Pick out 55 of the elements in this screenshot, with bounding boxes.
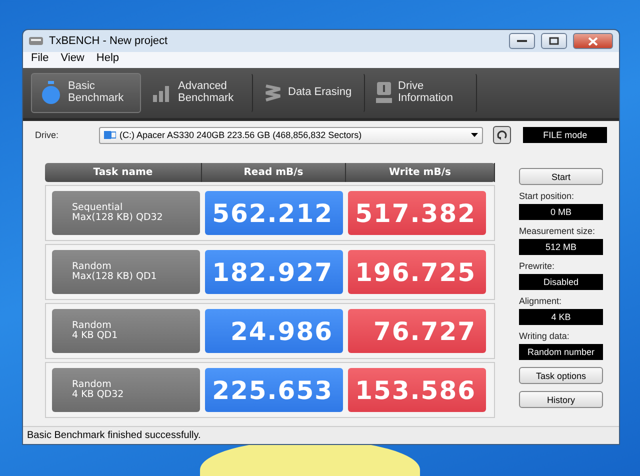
mode-indicator: FILE mode	[523, 127, 607, 143]
app-icon	[29, 35, 43, 47]
refresh-button[interactable]	[493, 126, 512, 144]
column-header: Task name	[45, 163, 202, 182]
maximize-icon	[549, 37, 559, 45]
setting-value: Random number	[519, 344, 603, 360]
side-button[interactable]: Task options	[519, 367, 603, 384]
caret-icon	[471, 133, 478, 137]
menu-item[interactable]: File	[27, 52, 53, 68]
start-button[interactable]: Start	[519, 168, 603, 185]
setting-value: Disabled	[519, 274, 603, 290]
drive-icon	[104, 130, 116, 140]
setting-label: Alignment:	[519, 296, 563, 306]
write-speed: 517.382	[348, 191, 486, 235]
setting-label: Writing data:	[519, 331, 570, 341]
status-text: Basic Benchmark finished successfully.	[27, 430, 201, 441]
maximize-button[interactable]	[541, 33, 567, 49]
window-title: TxBENCH - New project	[49, 35, 169, 47]
write-speed: 196.725	[348, 250, 486, 294]
close-button[interactable]	[573, 33, 613, 49]
task-name: Random 4 KB QD1	[52, 309, 200, 353]
setting-value: 0 MB	[519, 204, 603, 220]
read-speed: 182.927	[205, 250, 343, 294]
refresh-icon	[496, 129, 508, 141]
minimize-button[interactable]	[509, 33, 535, 49]
drive-icon	[376, 82, 392, 104]
write-speed: 76.727	[348, 309, 486, 353]
column-header: Read mB/s	[202, 163, 346, 182]
task-name: Sequential Max(128 KB) QD32	[52, 191, 200, 235]
task-name: Random Max(128 KB) QD1	[52, 250, 200, 294]
bar-chart-icon	[152, 84, 172, 102]
task-name: Random 4 KB QD32	[52, 368, 200, 412]
toolbar-tab[interactable]: Drive Information	[367, 73, 477, 113]
write-speed: 153.586	[348, 368, 486, 412]
drive-dropdown[interactable]: (C:) Apacer AS330 240GB 223.56 GB (468,856,832 Sectors)	[98, 126, 484, 144]
minimize-icon	[517, 39, 527, 43]
setting-label: Measurement size:	[519, 226, 596, 236]
side-button[interactable]: History	[519, 391, 603, 408]
zigzag-icon	[264, 83, 282, 103]
menu-item[interactable]: Help	[92, 52, 124, 68]
stopwatch-icon	[40, 81, 62, 105]
read-speed: 225.653	[205, 368, 343, 412]
column-header: Write mB/s	[346, 163, 495, 182]
setting-value: 4 KB	[519, 309, 603, 325]
drive-label: Drive:	[35, 130, 59, 140]
toolbar-tab[interactable]: Data Erasing	[255, 73, 365, 113]
menu-item[interactable]: View	[56, 52, 88, 68]
close-icon	[588, 36, 598, 46]
read-speed: 24.986	[205, 309, 343, 353]
toolbar-tab[interactable]: Basic Benchmark	[31, 73, 141, 113]
read-speed: 562.212	[205, 191, 343, 235]
toolbar-tab[interactable]: Advanced Benchmark	[143, 73, 253, 113]
setting-value: 512 MB	[519, 239, 603, 255]
setting-label: Prewrite:	[519, 261, 556, 271]
setting-label: Start position:	[519, 191, 576, 201]
